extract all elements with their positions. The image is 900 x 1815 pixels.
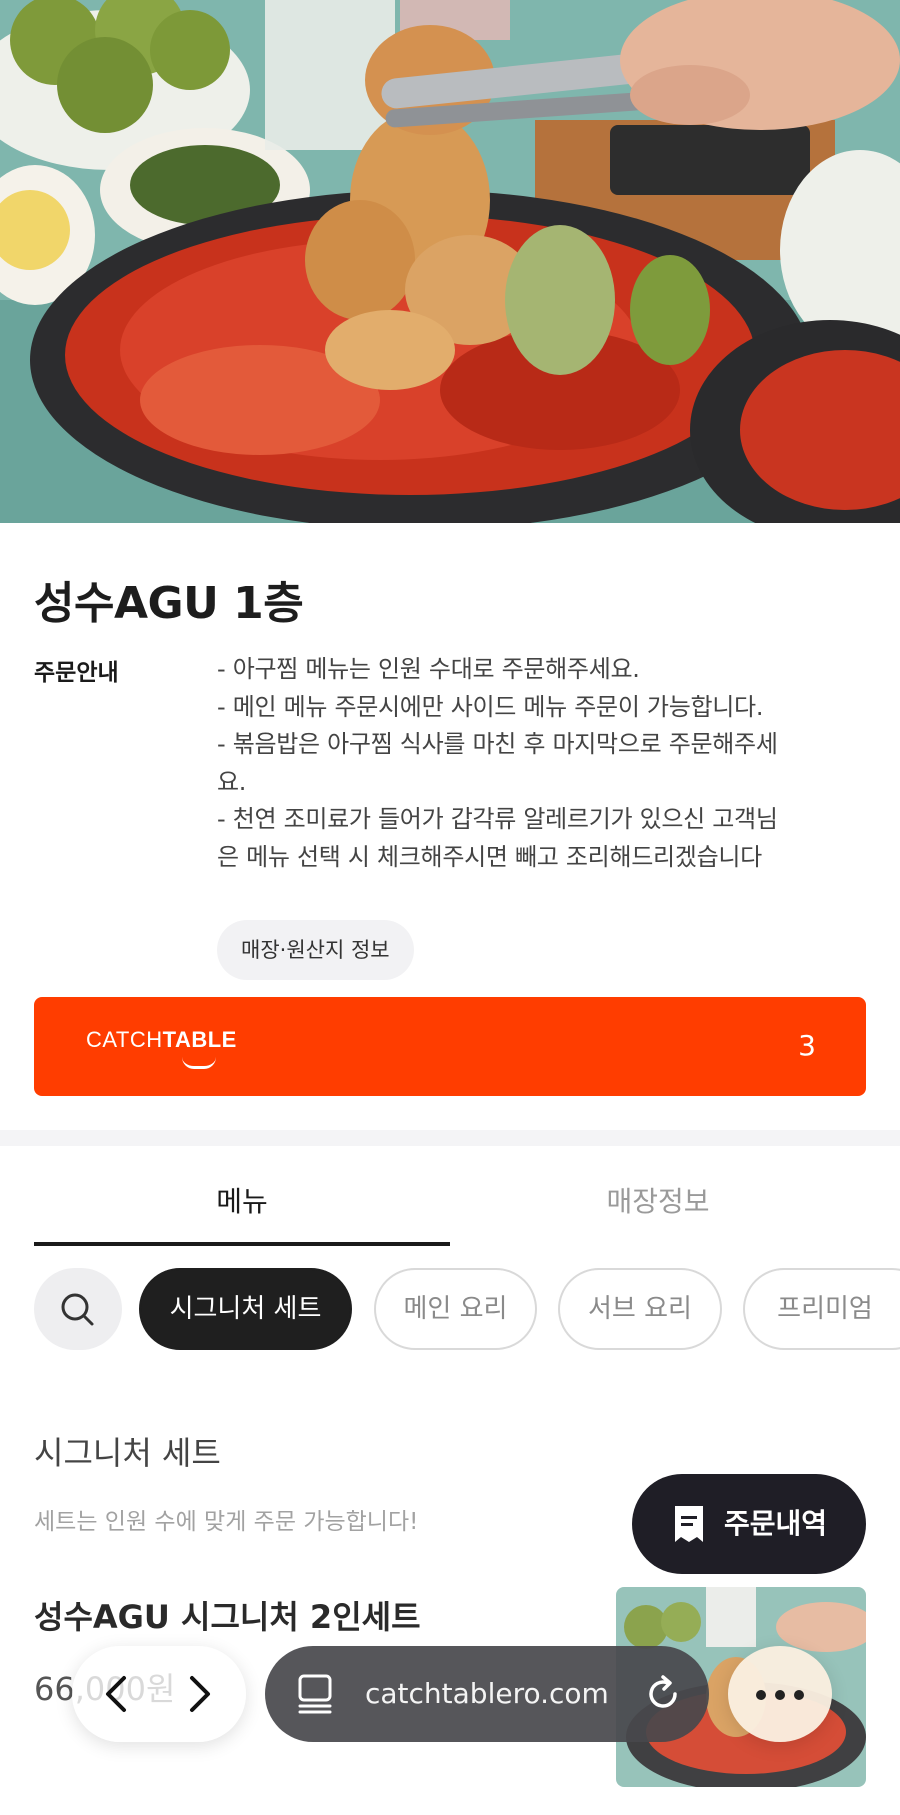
catchtable-count: 3 — [798, 1029, 816, 1062]
tab-menu[interactable]: 메뉴 — [34, 1146, 450, 1246]
store-info: 성수AGU 1층 주문안내 - 아구찜 메뉴는 인원 수대로 주문해주세요. -… — [34, 523, 866, 980]
tab-bar: 메뉴 매장정보 — [0, 1146, 900, 1246]
browser-address-bar[interactable]: catchtablero.com — [265, 1646, 709, 1742]
more-icon — [775, 1690, 785, 1700]
order-notice-label: 주문안내 — [34, 660, 119, 686]
notice-line: - 천연 조미료가 들어가 갑각류 알레르기가 있으신 고객님 — [217, 805, 778, 833]
forward-icon[interactable] — [180, 1670, 220, 1718]
notice-line: - 아구찜 메뉴는 인원 수대로 주문해주세요. — [217, 655, 640, 683]
more-icon — [794, 1690, 804, 1700]
chip-premium[interactable]: 프리미엄 — [743, 1268, 900, 1350]
chip-sub-dish[interactable]: 서브 요리 — [558, 1268, 722, 1350]
search-icon — [61, 1293, 94, 1326]
store-origin-info-button[interactable]: 매장·원산지 정보 — [217, 920, 414, 980]
order-notice-text: - 아구찜 메뉴는 인원 수대로 주문해주세요. - 메인 메뉴 주문시에만 사… — [217, 651, 778, 876]
tab-store-info[interactable]: 매장정보 — [450, 1146, 866, 1246]
order-history-label: 주문내역 — [724, 1507, 828, 1540]
reload-icon[interactable] — [641, 1672, 685, 1716]
receipt-icon — [675, 1506, 703, 1542]
order-notice: 주문안내 - 아구찜 메뉴는 인원 수대로 주문해주세요. - 메인 메뉴 주문… — [34, 651, 866, 876]
chip-main-dish[interactable]: 메인 요리 — [374, 1268, 537, 1350]
notice-line: - 메인 메뉴 주문시에만 사이드 메뉴 주문이 가능합니다. — [217, 692, 764, 721]
catchtable-banner[interactable]: CATCHTABLE 3 — [34, 997, 866, 1096]
back-icon[interactable] — [96, 1670, 136, 1718]
tabs-icon[interactable] — [295, 1673, 335, 1715]
url-text: catchtablero.com — [365, 1677, 609, 1710]
browser-more-button[interactable] — [728, 1646, 832, 1742]
section-title: 시그니처 세트 — [34, 1434, 221, 1472]
section-divider — [0, 1130, 900, 1146]
catchtable-logo-light: CATCH — [86, 1027, 163, 1052]
menu-search-button[interactable] — [34, 1268, 122, 1350]
catchtable-logo: CATCHTABLE — [86, 1027, 237, 1053]
order-history-button[interactable]: 주문내역 — [632, 1474, 866, 1574]
menu-item-name[interactable]: 성수AGU 시그니처 2인세트 — [34, 1592, 421, 1638]
notice-line: - 볶음밥은 아구찜 식사를 마친 후 마지막으로 주문해주세 — [217, 730, 778, 758]
category-chips: 시그니처 세트 메인 요리 서브 요리 프리미엄 — [0, 1268, 900, 1350]
catchtable-logo-bold: TABLE — [162, 1027, 237, 1052]
section-description: 세트는 인원 수에 맞게 주문 가능합니다! — [34, 1509, 419, 1535]
store-title: 성수AGU 1층 — [34, 578, 304, 629]
hero-food-photo — [0, 0, 900, 523]
more-icon — [756, 1690, 766, 1700]
notice-line: 요. — [217, 767, 247, 796]
notice-line: 은 메뉴 선택 시 체크해주시면 빼고 조리해드리겠습니다 — [217, 842, 762, 871]
browser-nav-buttons — [72, 1646, 246, 1742]
catchtable-smile-icon — [182, 1057, 216, 1069]
chip-signature-set[interactable]: 시그니처 세트 — [139, 1268, 352, 1350]
